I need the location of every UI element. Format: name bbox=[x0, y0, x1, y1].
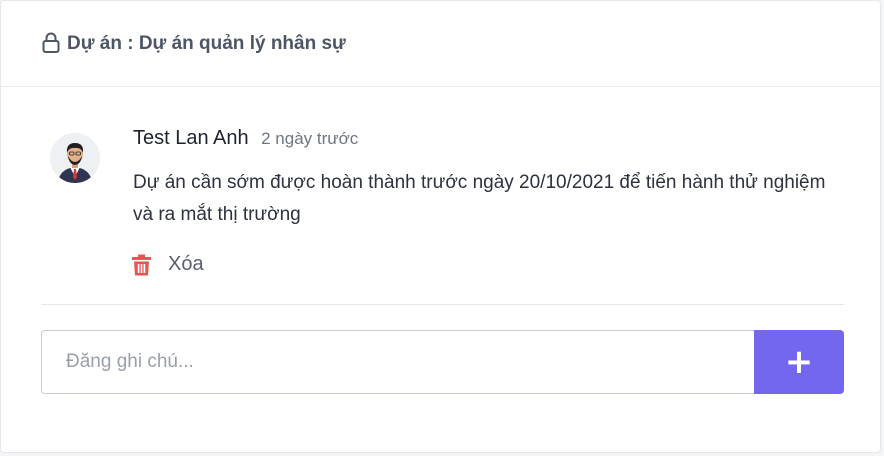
trash-icon bbox=[131, 254, 152, 276]
businessman-avatar-icon bbox=[50, 133, 100, 183]
comment-time: 2 ngày trước bbox=[261, 129, 359, 148]
comment-meta: Test Lan Anh 2 ngày trước bbox=[133, 127, 358, 150]
comment-author: Test Lan Anh bbox=[133, 127, 249, 149]
note-composer: + bbox=[41, 330, 844, 394]
page-title: Dự án : Dự án quản lý nhân sự bbox=[67, 32, 346, 54]
avatar bbox=[50, 133, 100, 183]
notes-card: Dự án : Dự án quản lý nhân sự Test Lan A… bbox=[0, 0, 881, 453]
delete-label: Xóa bbox=[168, 253, 204, 275]
delete-comment-button[interactable]: Xóa bbox=[131, 253, 204, 276]
card-header: Dự án : Dự án quản lý nhân sự bbox=[1, 1, 880, 87]
divider bbox=[41, 304, 844, 305]
add-note-button[interactable]: + bbox=[754, 330, 844, 394]
comment-text: Dự án cần sớm được hoàn thành trước ngày… bbox=[133, 172, 826, 225]
note-input[interactable] bbox=[41, 330, 754, 394]
lock-icon bbox=[41, 32, 61, 54]
